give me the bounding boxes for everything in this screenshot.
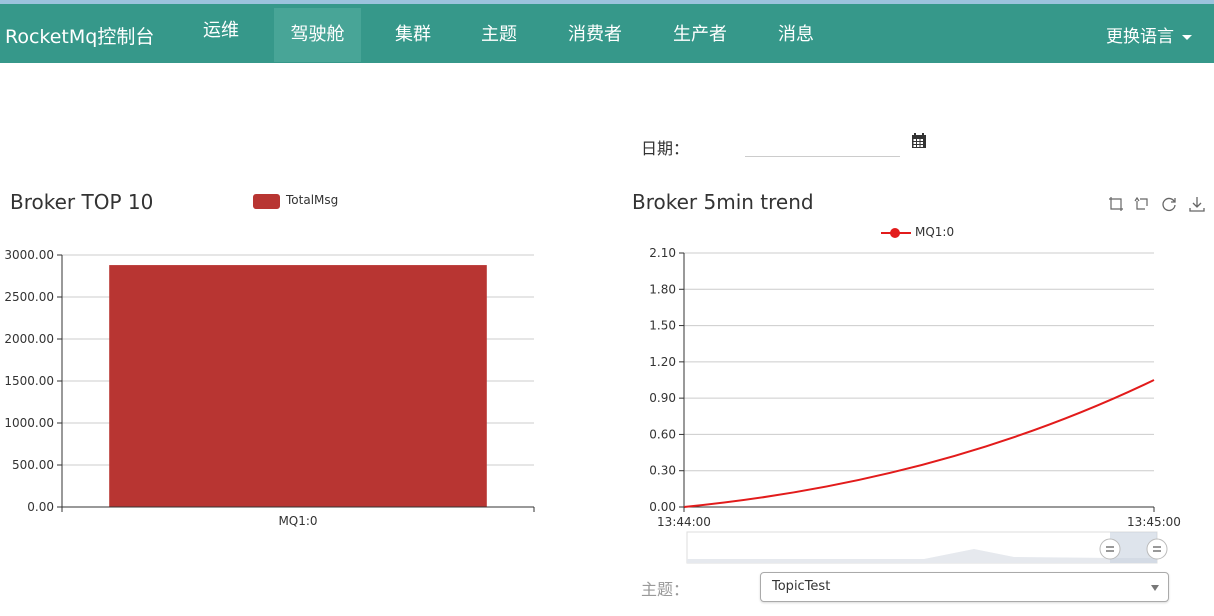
caret-down-icon — [1151, 585, 1159, 591]
line-grid — [684, 252, 1154, 472]
nav-item-consumer[interactable]: 消费者 — [552, 8, 638, 62]
totalmsg-legend-label[interactable]: TotalMsg — [286, 193, 338, 207]
bar-y-tick-label: 500.00 — [12, 458, 54, 472]
date-label: 日期： — [641, 139, 690, 158]
line-series — [683, 379, 1155, 508]
nav-item-message[interactable]: 消息 — [763, 8, 829, 62]
line-y-tick-label: 0.00 — [649, 500, 676, 514]
trend-line[interactable] — [683, 379, 1155, 508]
nav-item-topic[interactable]: 主题 — [466, 8, 532, 62]
bar-y-tick-label: 0.00 — [27, 500, 54, 514]
bar-series — [109, 265, 487, 507]
nav-item-cluster[interactable]: 集群 — [380, 8, 446, 62]
caret-down-icon — [1182, 34, 1192, 40]
line-y-tick-label: 2.10 — [649, 246, 676, 260]
broker-top-title: Broker TOP 10 — [10, 190, 154, 214]
bar-y-tick-label: 1000.00 — [4, 416, 54, 430]
line-x-axis-ticks: 13:44:00 13:45:00 — [657, 507, 1181, 529]
bar-x-tick-label: MQ1:0 — [278, 514, 317, 528]
language-label: 更换语言 — [1106, 27, 1174, 47]
restore-icon[interactable] — [1161, 196, 1177, 212]
broker-trend-title: Broker 5min trend — [632, 190, 814, 214]
nav-item-ops[interactable]: 运维 — [188, 4, 254, 58]
bar-y-tick-label: 2000.00 — [4, 332, 54, 346]
broker-trend-chart: 0.00 0.30 0.60 0.90 1.20 1.50 1.80 2.10 13:44:0… — [649, 246, 1181, 564]
line-y-tick-label: 0.60 — [649, 427, 676, 441]
nav-item-dashboard[interactable]: 驾驶舱 — [274, 8, 361, 62]
line-x-tick-label: 13:44:00 — [657, 515, 711, 529]
brand-title[interactable]: RocketMq控制台 — [5, 22, 154, 49]
totalmsg-legend-swatch[interactable] — [253, 194, 280, 209]
line-y-tick-label: 0.90 — [649, 391, 676, 405]
line-x-tick-label: 13:45:00 — [1127, 515, 1181, 529]
bar-y-tick-label: 3000.00 — [4, 248, 54, 262]
bar-y-axis-ticks: 0.00 500.00 1000.00 1500.00 2000.00 2500.00 30… — [4, 248, 62, 514]
line-y-axis-ticks: 0.00 0.30 0.60 0.90 1.20 1.50 1.80 2.10 — [649, 246, 684, 514]
language-switcher[interactable]: 更换语言 — [1106, 22, 1192, 47]
topic-select[interactable]: TopicTest — [760, 572, 1169, 602]
bar-y-tick-label: 1500.00 — [4, 374, 54, 388]
line-y-tick-label: 1.50 — [649, 319, 676, 333]
topic-select-value: TopicTest — [772, 579, 831, 594]
line-y-tick-label: 0.30 — [649, 464, 676, 478]
bar-y-tick-label: 2500.00 — [4, 290, 54, 304]
nav-item-producer[interactable]: 生产者 — [657, 8, 743, 62]
calendar-icon[interactable] — [912, 133, 926, 148]
data-zoom-handle-right[interactable] — [1146, 538, 1168, 560]
topic-label: 主题： — [641, 580, 690, 599]
zoom-reset-icon[interactable] — [1134, 196, 1150, 212]
bar-x-axis-ticks: MQ1:0 — [61, 507, 535, 528]
line-y-tick-label: 1.20 — [649, 355, 676, 369]
line-y-tick-label: 1.80 — [649, 282, 676, 296]
navbar: RocketMq控制台 运维 驾驶舱 集群 主题 消费者 生产者 消息 更换语言 — [0, 4, 1214, 63]
download-icon[interactable] — [1189, 196, 1205, 212]
data-zoom-slider[interactable] — [686, 531, 1168, 564]
zoom-icon[interactable] — [1108, 196, 1124, 212]
broker-top-chart: 0.00 500.00 1000.00 1500.00 2000.00 2500.00 30… — [4, 248, 535, 528]
bar[interactable] — [109, 265, 487, 507]
date-input[interactable] — [745, 131, 900, 157]
data-zoom-handle-left[interactable] — [1099, 538, 1121, 560]
